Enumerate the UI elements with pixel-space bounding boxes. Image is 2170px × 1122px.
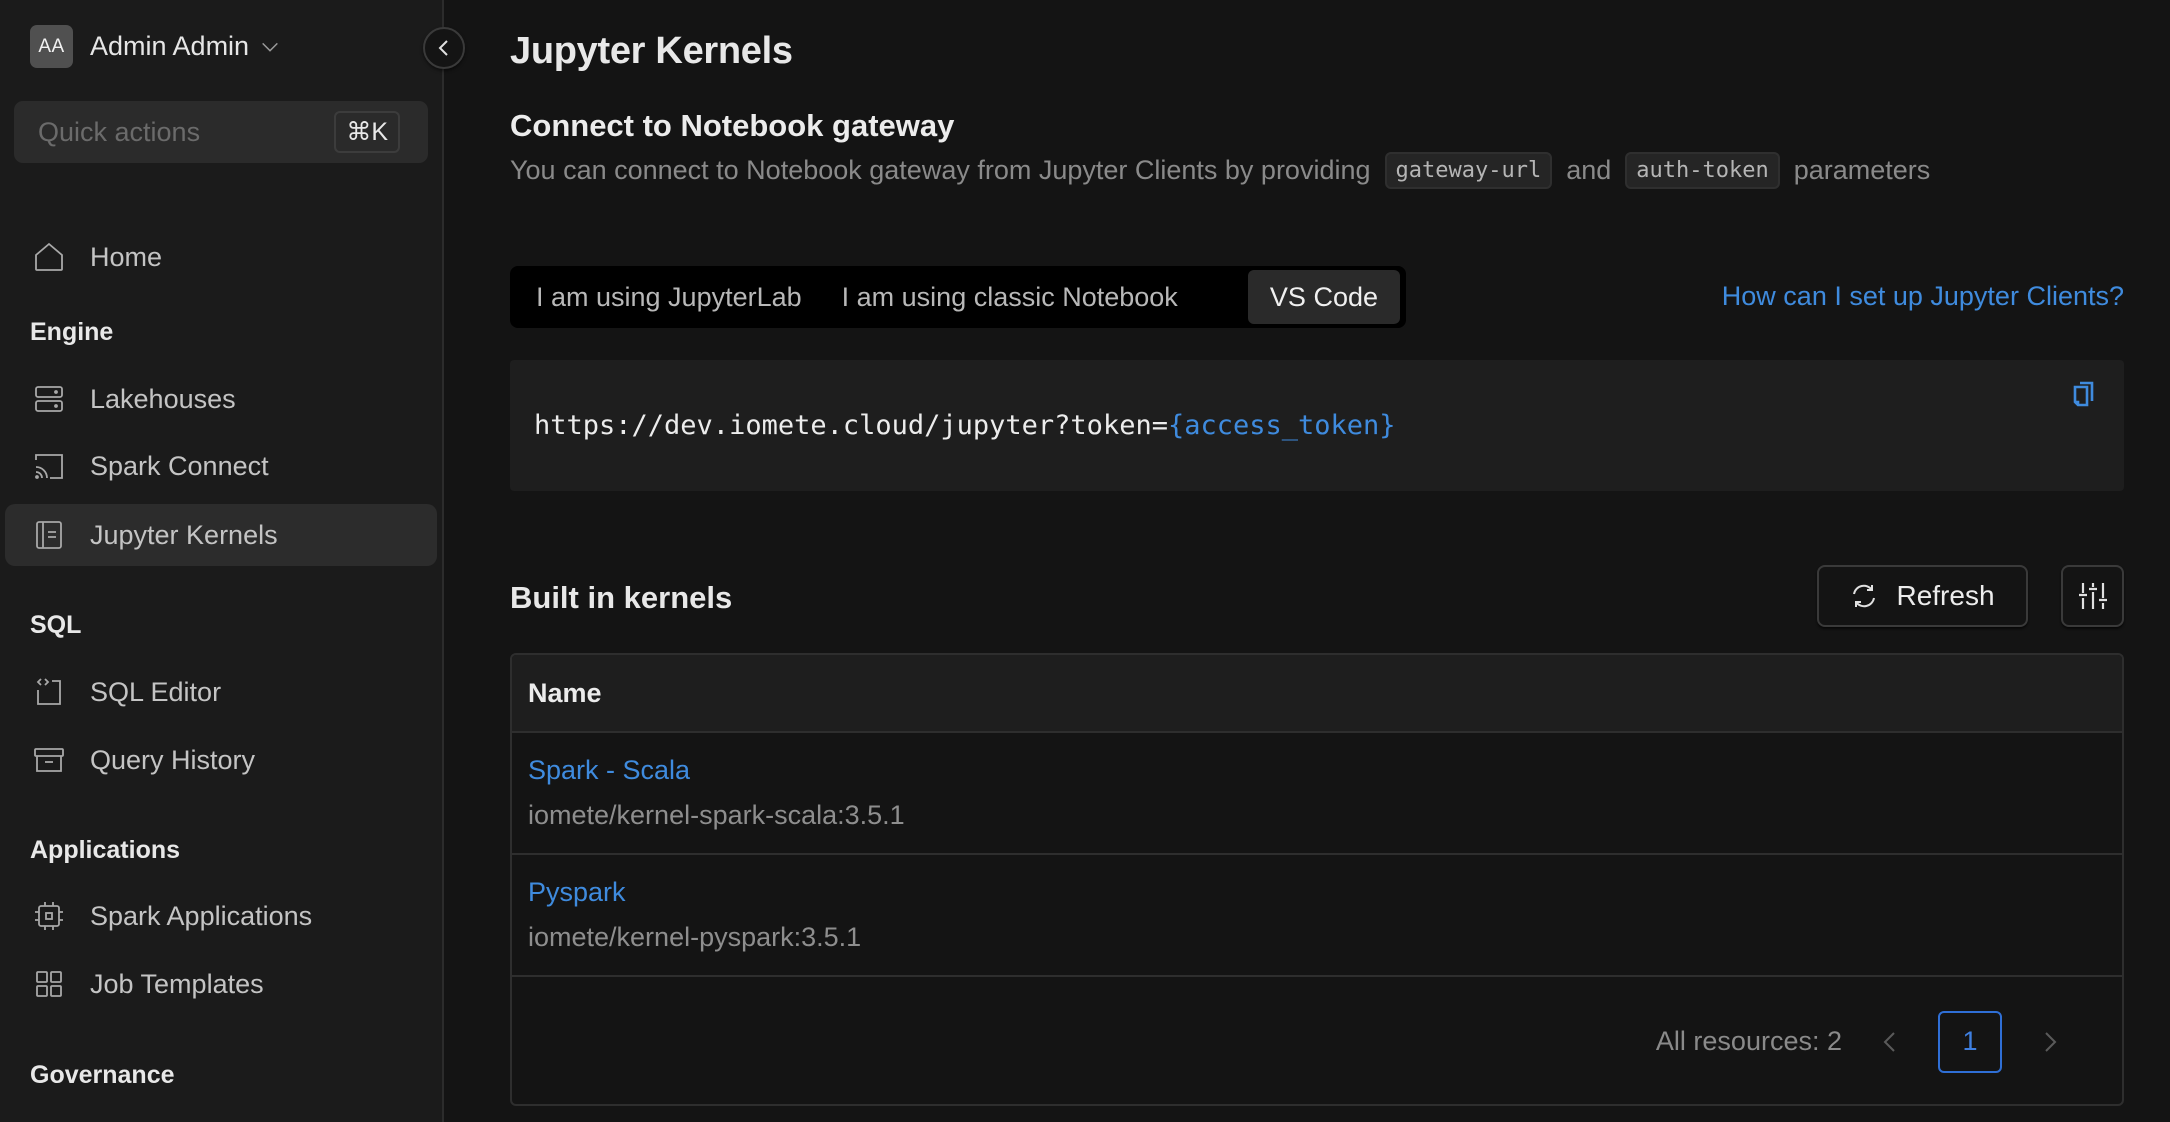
table-settings-button[interactable] (2061, 565, 2124, 627)
page-button-current[interactable]: 1 (1938, 1010, 2002, 1073)
connection-url: https://dev.iomete.cloud/jupyter?token={… (534, 410, 1396, 441)
desc-prefix: You can connect to Notebook gateway from… (510, 155, 1371, 185)
client-tabs: I am using JupyterLab I am using classic… (510, 266, 1406, 328)
pagination: All resources: 2 1 (512, 977, 2122, 1104)
kernel-name-link[interactable]: Spark - Scala (528, 755, 690, 786)
kernels-table: Name Spark - Scala iomete/kernel-spark-s… (510, 653, 2124, 1106)
table-header: Name (512, 655, 2122, 733)
chevron-left-icon (438, 40, 448, 56)
desc-and: and (1566, 155, 1612, 185)
sidebar-item-label: Home (90, 241, 163, 272)
sidebar-item-label: Job Templates (90, 968, 264, 999)
gateway-description: You can connect to Notebook gateway from… (510, 152, 1930, 189)
tab-vs-code[interactable]: VS Code (1247, 270, 1400, 324)
chevron-right-icon[interactable] (2038, 1030, 2062, 1054)
param-auth-token: auth-token (1625, 152, 1780, 189)
tab-jupyterlab[interactable]: I am using JupyterLab (516, 270, 822, 324)
chevron-down-icon (262, 42, 278, 52)
sidebar-item-job-templates[interactable]: Job Templates (5, 953, 437, 1015)
cast-icon (35, 454, 63, 479)
sidebar-item-spark-connect[interactable]: Spark Connect (5, 435, 437, 497)
setup-help-link[interactable]: How can I set up Jupyter Clients? (1722, 281, 2124, 312)
table-row: Spark - Scala iomete/kernel-spark-scala:… (512, 733, 2122, 855)
sidebar-section-engine: Engine (30, 318, 114, 346)
page-title: Jupyter Kernels (510, 30, 793, 72)
total-count: All resources: 2 (1655, 1026, 1842, 1056)
shortcut-badge: ⌘K (334, 111, 400, 153)
param-gateway-url: gateway-url (1384, 152, 1553, 189)
kernel-image: iomete/kernel-pyspark:3.5.1 (528, 922, 862, 952)
code-file-icon (36, 678, 61, 705)
chip-icon (35, 902, 63, 930)
tab-classic-notebook[interactable]: I am using classic Notebook (822, 270, 1198, 324)
kernel-name-link[interactable]: Pyspark (528, 877, 626, 908)
url-text: https://dev.iomete.cloud/jupyter?token= (534, 410, 1168, 441)
refresh-icon (1853, 584, 1876, 608)
sidebar-item-label: Query History (90, 744, 256, 775)
desc-suffix: parameters (1793, 155, 1931, 185)
sidebar-item-label: Spark Applications (90, 900, 313, 931)
archive-icon (34, 748, 64, 772)
server-icon (35, 386, 63, 412)
sidebar-item-query-history[interactable]: Query History (5, 729, 437, 791)
sidebar-section-governance: Governance (30, 1061, 175, 1089)
sidebar-item-sql-editor[interactable]: SQL Editor (5, 661, 437, 723)
quick-actions-placeholder: Quick actions (38, 116, 201, 147)
kernels-title: Built in kernels (510, 580, 733, 615)
avatar: AA (30, 25, 73, 68)
column-name: Name (528, 677, 602, 708)
chevron-left-icon[interactable] (1878, 1030, 1902, 1054)
notebook-icon (36, 521, 62, 549)
sidebar-item-home[interactable]: Home (5, 226, 437, 288)
refresh-label: Refresh (1896, 580, 1995, 611)
home-icon (35, 242, 63, 271)
kernel-image: iomete/kernel-spark-scala:3.5.1 (528, 800, 905, 830)
user-name: Admin Admin (90, 31, 250, 61)
sidebar-section-applications: Applications (30, 836, 181, 864)
grid-icon (36, 971, 62, 997)
sidebar-item-label: Lakehouses (90, 383, 236, 414)
sidebar-item-label: SQL Editor (90, 676, 222, 707)
collapse-sidebar-button[interactable] (423, 27, 465, 69)
quick-actions-search[interactable]: Quick actions ⌘K (14, 101, 428, 163)
refresh-button[interactable]: Refresh (1817, 565, 2028, 627)
sidebar: AA Admin Admin Quick actions ⌘K Home Eng… (0, 0, 444, 1122)
sidebar-section-sql: SQL (30, 611, 82, 639)
user-menu[interactable]: AA Admin Admin (30, 25, 281, 68)
sidebar-item-label: Spark Connect (90, 450, 269, 481)
connection-url-block: https://dev.iomete.cloud/jupyter?token={… (510, 360, 2124, 491)
sliders-icon (2078, 583, 2107, 609)
sidebar-item-label: Jupyter Kernels (90, 519, 278, 550)
gateway-title: Connect to Notebook gateway (510, 108, 955, 143)
url-token-variable: {access_token} (1167, 410, 1396, 441)
sidebar-item-spark-applications[interactable]: Spark Applications (5, 885, 437, 947)
sidebar-item-jupyter-kernels[interactable]: Jupyter Kernels (5, 504, 437, 566)
copy-icon[interactable] (2068, 378, 2102, 412)
sidebar-item-lakehouses[interactable]: Lakehouses (5, 368, 437, 430)
table-row: Pyspark iomete/kernel-pyspark:3.5.1 (512, 855, 2122, 977)
